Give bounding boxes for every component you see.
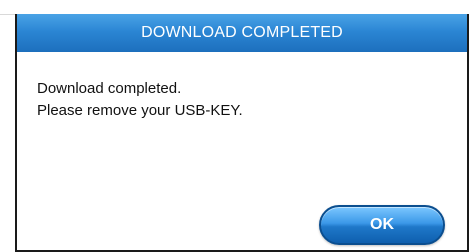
message-line-2: Please remove your USB-KEY. <box>37 102 243 119</box>
dialog-title: DOWNLOAD COMPLETED <box>141 24 343 41</box>
message-line-1: Download completed. <box>37 80 182 97</box>
dialog-title-bar: DOWNLOAD COMPLETED <box>17 14 467 52</box>
download-completed-dialog: DOWNLOAD COMPLETED Download completed. P… <box>15 14 469 252</box>
ok-button[interactable]: OK <box>319 205 445 245</box>
top-strip <box>0 0 469 15</box>
ok-button-label: OK <box>370 216 394 233</box>
dialog-message: Download completed. Please remove your U… <box>37 78 437 122</box>
